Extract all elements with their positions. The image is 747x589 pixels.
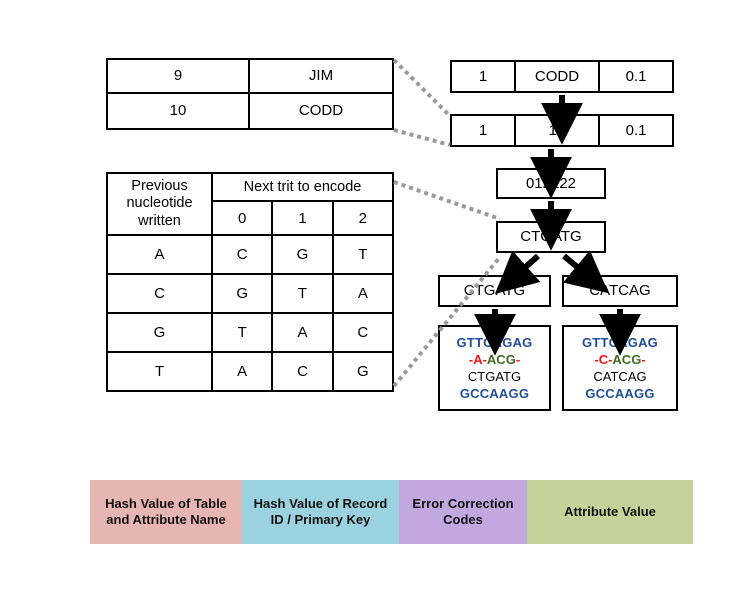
lookup-cell: G <box>273 236 334 273</box>
lookup-cell: T <box>213 314 274 351</box>
prev-nucleotide: C <box>108 275 213 312</box>
lookup-cell: G <box>213 275 274 312</box>
attribute-hash: ACG <box>486 352 516 367</box>
legend-item-record-id-hash: Hash Value of Record ID / Primary Key <box>242 480 399 544</box>
lookup-cell: G <box>356 363 369 380</box>
record-row-original: 1 CODD 0.1 <box>450 60 674 93</box>
lookup-trit-headers: 0 1 2 <box>213 202 392 234</box>
table-row: C G T A <box>108 275 392 314</box>
trit-header-2: 2 <box>358 209 367 227</box>
legend: Hash Value of Table and Attribute Name H… <box>90 480 693 544</box>
primer-line: -A-ACG- <box>469 351 520 368</box>
lookup-cell: C <box>357 324 369 341</box>
legend-item-table-attribute-hash: Hash Value of Table and Attribute Name <box>90 480 242 544</box>
dna-string-box: CTGATG <box>496 221 606 253</box>
dotted-connector-idtable-top <box>392 58 452 118</box>
prev-nucleotide: G <box>108 314 213 351</box>
table-row: T A C G <box>108 353 392 390</box>
dotted-connector-lookup-top <box>393 180 501 221</box>
arrow-dna-to-right-fragment <box>562 250 609 294</box>
cell-ecc: 0.1 <box>625 122 647 139</box>
record-row-hashed: 1 10 0.1 <box>450 114 674 147</box>
cell-table-attr-hash: 1 <box>452 116 516 145</box>
table-row: G T A C <box>108 314 392 353</box>
lookup-header: Previous nucleotide written Next trit to… <box>108 174 392 236</box>
cell-table-attr-hash: 1 <box>452 62 516 91</box>
table-row: A C G T <box>108 236 392 275</box>
lookup-cell: T <box>273 275 334 312</box>
lookup-row-header: Previous nucleotide written <box>108 174 213 234</box>
sequence-right-box: GTTCAGAG -C-ACG- CATCAG GCCAAGG <box>562 325 678 411</box>
ecc-suffix: GCCAAGG <box>459 386 530 401</box>
diagram-canvas: 9 JIM 10 CODD Previous nucleotide writte… <box>0 0 747 589</box>
payload: CTGATG <box>467 369 522 384</box>
arrow-dna-to-left-fragment <box>494 250 541 295</box>
prev-nucleotide: T <box>108 353 213 390</box>
lookup-cell: T <box>358 246 368 263</box>
hash-nucleotide: C <box>598 352 609 367</box>
ecc-suffix: GCCAAGG <box>585 386 655 401</box>
attribute-hash: ACG <box>612 352 642 367</box>
cell-record-key: 10 <box>516 116 600 145</box>
table-row: 10 CODD <box>108 94 392 128</box>
primer-line: -C-ACG- <box>594 351 645 368</box>
cell-name: CODD <box>298 102 344 120</box>
trit-header-0: 0 <box>213 202 274 234</box>
lookup-cell: C <box>213 236 274 273</box>
lookup-col-header: Next trit to encode <box>213 174 392 202</box>
legend-item-attribute-value: Attribute Value <box>527 480 693 544</box>
table-row: 9 JIM <box>108 60 392 94</box>
prev-nucleotide: A <box>108 236 213 273</box>
dotted-connector-idtable-bottom <box>393 128 451 147</box>
trit-header-1: 1 <box>273 202 334 234</box>
ecc-prefix: GTTCAGAG <box>582 335 658 350</box>
payload: CATCAG <box>593 369 647 384</box>
lookup-col-header-group: Next trit to encode 0 1 2 <box>213 174 392 234</box>
cell-name: JIM <box>308 67 334 85</box>
cell-ecc: 0.1 <box>625 68 647 85</box>
cell-record-key: CODD <box>516 62 600 91</box>
sequence-left-box: GTTCAGAG -A-ACG- CTGATG GCCAAGG <box>438 325 551 411</box>
dash-3: - <box>515 352 521 367</box>
lookup-cell: C <box>273 353 334 390</box>
hash-nucleotide: A <box>473 352 483 367</box>
dash-3: - <box>641 352 646 367</box>
nucleotide-lookup-table: Previous nucleotide written Next trit to… <box>106 172 394 392</box>
lookup-cell: A <box>357 285 368 302</box>
id-name-table: 9 JIM 10 CODD <box>106 58 394 130</box>
ecc-prefix: GTTCAGAG <box>456 335 533 350</box>
fragment-right-box: CATCAG <box>562 275 678 307</box>
lookup-cell: A <box>213 353 274 390</box>
cell-id: 9 <box>108 60 250 92</box>
cell-id: 10 <box>108 94 250 128</box>
fragment-left-box: CTGATG <box>438 275 551 307</box>
trit-string-box: 012122 <box>496 168 606 199</box>
legend-item-error-correction: Error Correction Codes <box>399 480 527 544</box>
lookup-cell: A <box>273 314 334 351</box>
